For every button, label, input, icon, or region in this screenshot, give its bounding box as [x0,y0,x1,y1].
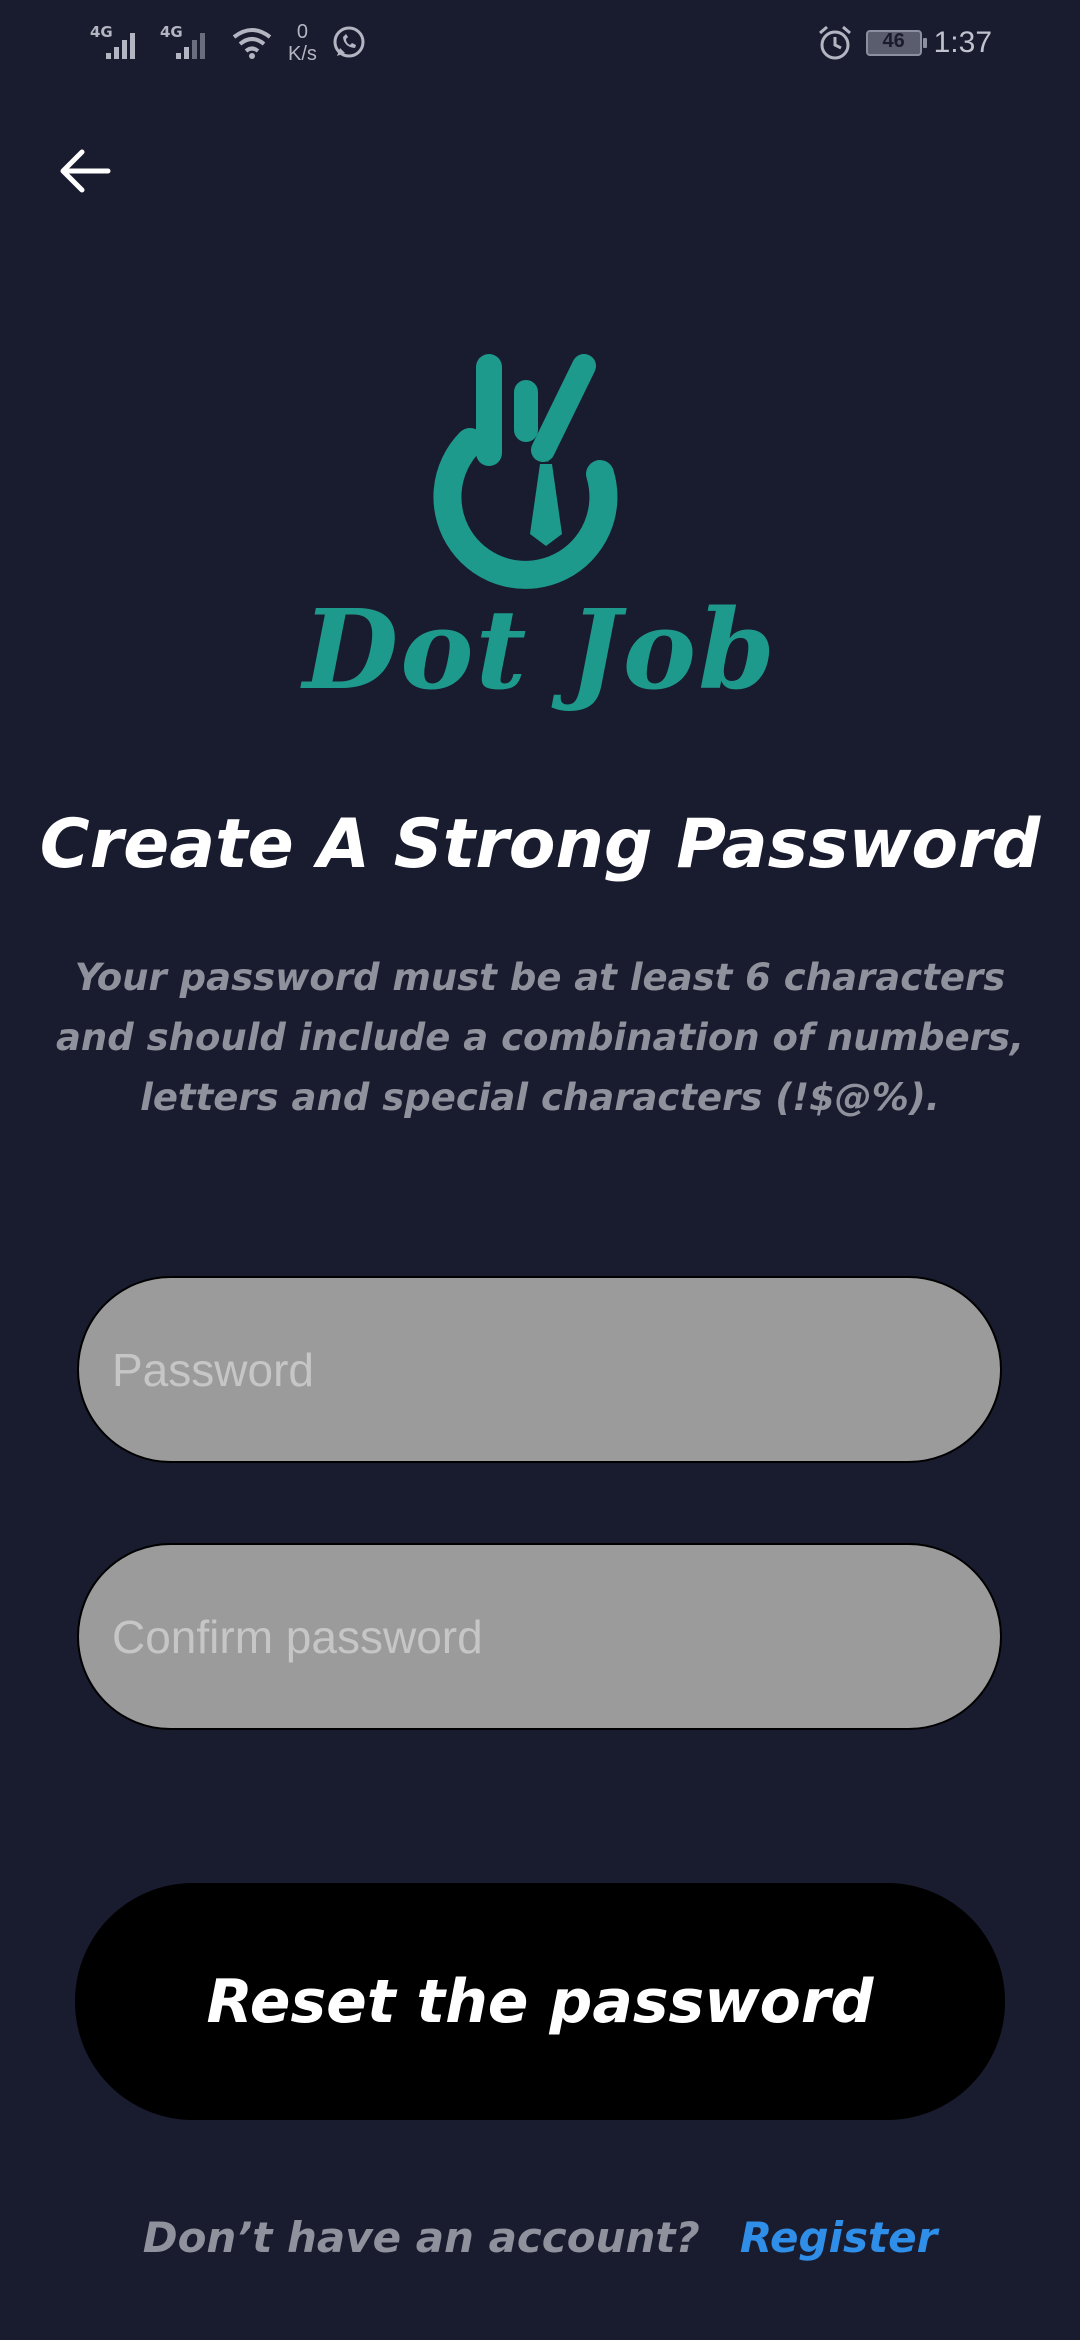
status-bar: 4G 4G 0 K/s 46 1:37 [0,0,1080,86]
battery-indicator: 46 [865,30,927,56]
register-question: Don’t have an account? [142,2213,700,2262]
battery-level: 46 [882,30,905,52]
confirm-password-input[interactable] [79,1545,1000,1728]
cell-signal-2: 4G [160,23,216,63]
status-bar-left: 4G 4G 0 K/s [90,18,367,68]
brand-name: Dot Job [302,585,778,714]
clock: 1:37 [933,26,992,59]
arrow-left-icon [60,149,111,193]
confirm-password-field[interactable] [77,1543,1002,1730]
wifi-icon [232,28,272,59]
status-bar-right: 46 1:37 [816,18,992,68]
page-subtitle: Your password must be at least 6 charact… [55,956,1025,1119]
alarm-icon [818,25,851,60]
speed-value: 0 [296,21,309,43]
speed-unit: K/s [288,43,317,65]
signal-bars-icon [176,33,205,59]
signal-bars-icon [106,33,135,59]
password-input[interactable] [79,1278,1000,1461]
cell-signal-1: 4G [90,23,146,63]
reset-password-button[interactable]: Reset the password [75,1883,1005,2120]
page-title: Create A Strong Password [39,805,1041,884]
register-link[interactable]: Register [740,2213,937,2262]
reset-password-screen: 4G 4G 0 K/s 46 1:37 Dot Job Create A Str… [0,0,1080,2340]
back-button[interactable] [50,136,120,206]
whatsapp-icon [333,26,365,58]
register-prompt: Don’t have an account? Register [0,2206,1080,2270]
network-speed: 0 K/s [288,21,317,65]
password-field[interactable] [77,1276,1002,1463]
